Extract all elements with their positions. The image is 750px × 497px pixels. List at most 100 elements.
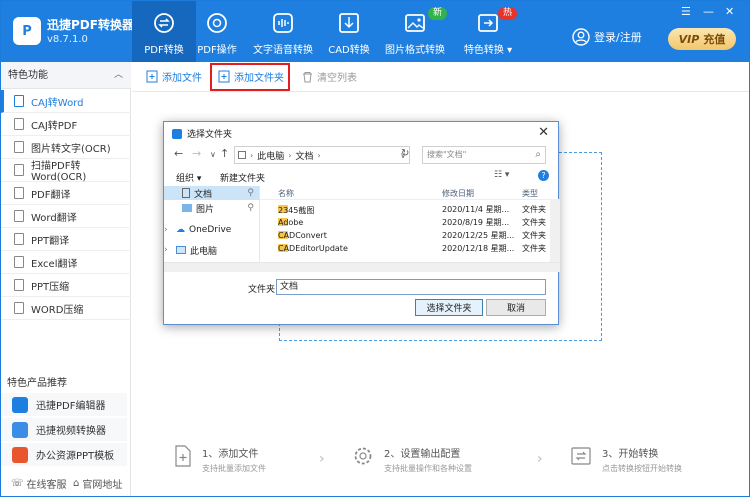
column-date[interactable]: 修改日期 — [442, 188, 474, 199]
refresh-icon[interactable]: ↻ — [401, 148, 409, 159]
badge-hot: 热 — [498, 7, 518, 20]
expand-icon[interactable]: › — [164, 245, 172, 255]
sidebar-item-pdf-translate[interactable]: PDF翻译 — [1, 182, 131, 205]
folder-small-icon — [238, 151, 246, 159]
list-item[interactable]: CADEditorUpdate 2020/12/18 星期... 文件夹 — [260, 242, 546, 255]
list-header: 名称 修改日期 类型 — [260, 186, 560, 200]
document-icon — [14, 164, 24, 176]
expand-icon[interactable]: › — [164, 225, 172, 235]
horizontal-scrollbar[interactable] — [164, 262, 560, 272]
tab-label: PDF转换 — [144, 45, 184, 56]
vip-recharge-button[interactable]: VIP 充值 — [668, 28, 736, 50]
add-file-button[interactable]: 添加文件 — [146, 69, 202, 84]
select-folder-dialog: 选择文件夹 ✕ ← → ∨ ↑ › 此电脑 › 文档 › ∨ ↻ 搜索"文档" … — [163, 121, 560, 325]
sidebar-item-label: PDF翻译 — [31, 189, 71, 201]
list-item[interactable]: CADConvert 2020/12/25 星期... 文件夹 — [260, 229, 546, 242]
sidebar-item-scan-pdf-word[interactable]: 扫描PDF转Word(OCR) — [1, 159, 131, 183]
tab-pdf-operation[interactable]: PDF操作 — [185, 1, 249, 62]
cad-icon — [337, 11, 361, 35]
document-icon — [14, 141, 24, 153]
folder-label: 文件夹: — [248, 285, 279, 295]
recommend-pdf-editor[interactable]: 迅捷PDF编辑器 — [1, 393, 127, 417]
add-file-label: 添加文件 — [162, 73, 202, 84]
pin-icon: ⚲ — [247, 188, 254, 198]
address-bar[interactable]: › 此电脑 › 文档 › ∨ — [234, 146, 410, 164]
sidebar-item-word-translate[interactable]: Word翻译 — [1, 205, 131, 228]
home-icon: ⌂ — [73, 478, 80, 489]
sidebar-section-header[interactable]: 特色功能 ︿ — [1, 62, 131, 89]
tree-item-documents[interactable]: 文档 ⚲ — [164, 186, 259, 200]
tree-item-this-pc[interactable]: › 此电脑 — [164, 243, 259, 257]
sidebar-item-label: 扫描PDF转Word(OCR) — [31, 161, 87, 183]
cloud-icon: ☁ — [176, 225, 185, 235]
minimize-icon[interactable]: — — [703, 5, 714, 18]
login-label: 登录/注册 — [594, 31, 642, 44]
menu-icon[interactable]: ☰ — [681, 5, 691, 18]
app-window: P 迅捷PDF转换器 v8.7.1.0 PDF转换 PDF操作 文字语音转换 C — [0, 0, 750, 497]
sidebar-item-word-compress[interactable]: WORD压缩 — [1, 297, 131, 320]
tree-label: OneDrive — [189, 225, 232, 235]
close-icon[interactable]: ✕ — [725, 5, 734, 18]
website-link[interactable]: ⌂ 官网地址 — [73, 476, 122, 491]
forward-icon[interactable]: → — [192, 147, 201, 160]
document-icon — [14, 256, 24, 268]
clear-list-button[interactable]: 清空列表 — [302, 69, 357, 84]
pin-icon: ⚲ — [247, 203, 254, 213]
sidebar-item-caj-pdf[interactable]: CAJ转PDF — [1, 113, 131, 136]
computer-icon — [176, 246, 186, 254]
online-service-link[interactable]: ☏ 在线客服 — [11, 476, 67, 491]
search-input[interactable]: 搜索"文档" ⌕ — [422, 146, 546, 164]
login-button[interactable]: 登录/注册 — [572, 28, 642, 46]
search-placeholder: 搜索"文档" — [427, 150, 467, 159]
chevron-up-icon: ︿ — [113, 70, 123, 80]
tree-item-onedrive[interactable]: › ☁ OneDrive — [164, 223, 259, 237]
sidebar-item-ppt-translate[interactable]: PPT翻译 — [1, 228, 131, 251]
dialog-title: 选择文件夹 — [187, 130, 233, 140]
dialog-title-bar: 选择文件夹 — [172, 127, 232, 140]
sidebar-item-ppt-compress[interactable]: PPT压缩 — [1, 274, 131, 297]
sidebar-item-label: PPT压缩 — [31, 281, 70, 293]
up-icon[interactable]: ↑ — [220, 147, 229, 160]
ppt-template-icon — [12, 446, 28, 463]
back-icon[interactable]: ← — [174, 147, 183, 160]
recommend-ppt-template[interactable]: 办公资源PPT模板 — [1, 443, 127, 467]
recent-chevron-icon[interactable]: ∨ — [210, 150, 216, 159]
online-service-label: 在线客服 — [26, 480, 67, 491]
list-item[interactable]: Adobe 2020/8/19 星期... 文件夹 — [260, 216, 546, 229]
folder-input[interactable]: 文档 — [276, 279, 546, 295]
tab-label: 特色转换 ▾ — [463, 45, 513, 56]
new-folder-button[interactable]: 新建文件夹 — [220, 171, 265, 184]
list-item[interactable]: 2345截图 2020/11/4 星期... 文件夹 — [260, 203, 546, 216]
chevron-right-icon: › — [317, 150, 321, 160]
step-output-settings: 2、设置输出配置 支持批量操作和各种设置 — [352, 445, 472, 474]
sidebar-item-image-ocr[interactable]: 图片转文字(OCR) — [1, 136, 131, 159]
breadcrumb-item[interactable]: 此电脑 — [257, 149, 284, 162]
sidebar-item-excel-translate[interactable]: Excel翻译 — [1, 251, 131, 274]
picture-icon — [182, 204, 192, 212]
tree-label: 图片 — [196, 204, 215, 215]
convert-step-icon — [571, 447, 591, 465]
cancel-button[interactable]: 取消 — [486, 299, 546, 316]
column-type[interactable]: 类型 — [522, 188, 538, 199]
sidebar-item-caj-word[interactable]: CAJ转Word — [1, 90, 131, 113]
organize-button[interactable]: 组织 ▾ — [176, 171, 201, 184]
tab-cad-convert[interactable]: CAD转换 — [317, 1, 381, 62]
tree-item-pictures[interactable]: 图片 ⚲ — [164, 201, 259, 215]
document-icon — [14, 279, 24, 291]
help-icon[interactable]: ? — [538, 170, 549, 181]
select-folder-button[interactable]: 选择文件夹 — [415, 299, 483, 316]
step-title: 1、添加文件 — [202, 449, 259, 460]
view-options-icon[interactable]: ☷ ▾ — [494, 170, 509, 180]
app-name: 迅捷PDF转换器 — [47, 18, 134, 32]
app-logo: P — [13, 17, 41, 45]
arrow-right-icon: › — [319, 451, 325, 467]
recommend-label: 办公资源PPT模板 — [36, 451, 115, 462]
dialog-close-icon[interactable]: ✕ — [538, 125, 549, 140]
breadcrumb-item[interactable]: 文档 — [295, 149, 313, 162]
column-name[interactable]: 名称 — [278, 188, 294, 199]
video-converter-icon — [12, 421, 28, 438]
tab-text-speech[interactable]: 文字语音转换 — [251, 1, 315, 62]
app-small-icon — [172, 128, 182, 139]
tree-label: 此电脑 — [190, 246, 218, 257]
recommend-video-converter[interactable]: 迅捷视频转换器 — [1, 418, 127, 442]
